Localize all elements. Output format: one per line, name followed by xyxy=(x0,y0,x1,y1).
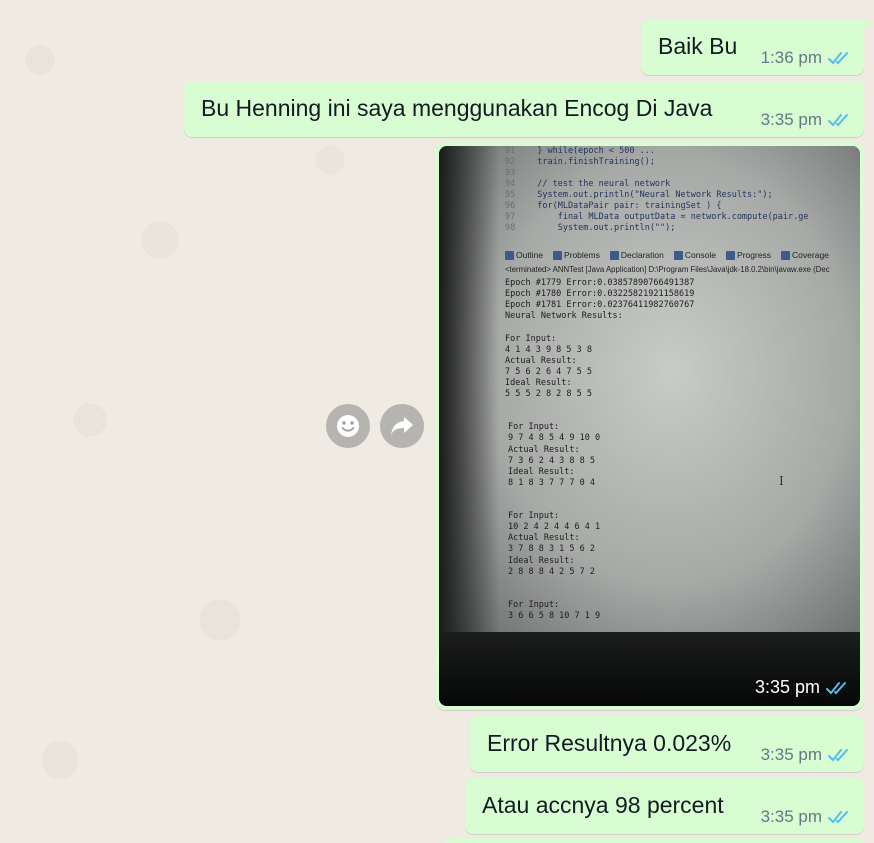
console-line: Ideal Result: xyxy=(508,466,575,477)
double-check-icon xyxy=(828,114,848,127)
console-line: Epoch #1779 Error:0.03857890766491387 xyxy=(505,278,695,288)
outgoing-message[interactable]: Error Resultnya 0.023% 3:35 pm xyxy=(470,716,864,772)
line-number: 95 xyxy=(505,190,516,200)
line-number: 93 xyxy=(505,168,516,178)
code-text: train.finishTraining(); xyxy=(527,157,655,167)
code-line: 97 final MLData outputData = network.com… xyxy=(505,212,808,222)
code-text: System.out.println(""); xyxy=(527,223,676,233)
view-icon xyxy=(609,250,619,260)
tab-label: Declaration xyxy=(620,250,664,260)
image-message-meta: 3:35 pm xyxy=(755,677,852,698)
message-meta: 3:35 pm xyxy=(761,110,854,130)
console-line: 9 7 4 8 5 4 9 10 0 xyxy=(508,433,601,444)
console-line: Ideal Result: xyxy=(508,555,575,566)
message-time: 3:35 pm xyxy=(760,110,822,129)
line-number: 96 xyxy=(505,201,516,211)
eclipse-tab: Console xyxy=(673,246,717,264)
view-icon xyxy=(552,250,562,260)
code-text: System.out.println("Neural Network Resul… xyxy=(527,190,773,200)
code-line: 95 System.out.println("Neural Network Re… xyxy=(505,190,773,200)
code-text: // test the neural network xyxy=(527,179,671,189)
message-text: Atau accnya 98 percent xyxy=(482,792,724,818)
tab-label: Problems xyxy=(563,250,600,260)
console-line: 5 5 5 2 8 2 8 5 5 xyxy=(505,389,592,399)
photo-code-editor: 91 } while(epoch < 500 ... 92 train.finis… xyxy=(505,146,860,234)
line-number: 98 xyxy=(505,223,516,233)
console-line: Neural Network Results: xyxy=(505,311,623,322)
tab-label: Console xyxy=(684,250,717,260)
console-line: Actual Result: xyxy=(508,533,580,544)
code-line: 93 xyxy=(505,168,527,178)
outgoing-message-partial[interactable] xyxy=(445,838,864,843)
code-line: 94 // test the neural network xyxy=(505,179,670,189)
console-line: 10 2 4 2 4 4 6 4 1 xyxy=(508,522,601,533)
message-time: 3:35 pm xyxy=(760,807,822,826)
message-text: Baik Bu xyxy=(658,33,738,59)
line-number: 94 xyxy=(505,179,516,189)
code-line: 91 } while(epoch < 500 ... xyxy=(505,146,655,156)
console-line: 3 6 6 5 8 10 7 1 9 xyxy=(508,611,601,621)
line-number: 91 xyxy=(505,146,516,156)
outgoing-message[interactable]: Bu Henning ini saya menggunakan Encog Di… xyxy=(184,81,864,137)
message-text: Bu Henning ini saya menggunakan Encog Di… xyxy=(201,95,713,121)
message-text: Error Resultnya 0.023% xyxy=(487,730,732,756)
emoji-react-button[interactable] xyxy=(326,404,370,448)
code-text: final MLData outputData = network.comput… xyxy=(527,212,809,222)
photo-console-status: <terminated> ANNTest [Java Application] … xyxy=(505,265,830,274)
eclipse-tab: Declaration xyxy=(609,246,664,264)
console-line: 7 5 6 2 6 4 7 5 5 xyxy=(505,366,592,377)
line-number: 92 xyxy=(505,157,516,167)
double-check-icon xyxy=(828,811,848,824)
double-check-icon xyxy=(828,749,848,762)
photo-attachment[interactable]: 91 } while(epoch < 500 ... 92 train.finis… xyxy=(439,146,860,706)
console-line: For Input: xyxy=(508,422,560,433)
code-line: 98 System.out.println(""); xyxy=(505,223,675,233)
console-line: Epoch #1780 Error:0.03225821921158619 xyxy=(505,289,695,300)
forward-button[interactable] xyxy=(380,404,424,448)
eclipse-tab: Outline xyxy=(505,246,543,264)
view-icon xyxy=(726,250,736,260)
emoji-icon xyxy=(337,415,359,437)
forward-icon xyxy=(391,417,413,435)
console-line: For Input: xyxy=(505,333,557,344)
view-icon xyxy=(781,250,791,260)
code-text: for(MLDataPair pair: trainingSet ) { xyxy=(527,201,722,211)
code-line: 92 train.finishTraining(); xyxy=(505,157,655,167)
console-line: Actual Result: xyxy=(505,355,577,366)
view-icon xyxy=(673,250,683,260)
code-text: } while(epoch < 500 ... xyxy=(527,146,655,156)
image-message[interactable]: 91 } while(epoch < 500 ... 92 train.finis… xyxy=(435,142,864,710)
console-line: 3 7 8 8 3 1 5 6 2 xyxy=(508,544,595,555)
console-line: 2 8 8 8 4 2 5 7 2 xyxy=(508,566,595,577)
double-check-icon xyxy=(828,52,848,65)
console-line: Epoch #1781 Error:0.02376411982760767 xyxy=(505,300,695,311)
message-time: 1:36 pm xyxy=(760,48,822,67)
message-time: 3:35 pm xyxy=(760,745,822,764)
console-line: For Input: xyxy=(508,599,560,610)
outgoing-message[interactable]: Atau accnya 98 percent 3:35 pm xyxy=(465,778,864,834)
tab-label: Progress xyxy=(737,250,772,260)
eclipse-tab: Coverage xyxy=(781,246,829,264)
outgoing-message[interactable]: Baik Bu 1:36 pm xyxy=(641,19,872,75)
tab-label: Coverage xyxy=(792,250,829,260)
eclipse-tab: Problems xyxy=(552,246,600,264)
console-line: Ideal Result: xyxy=(505,377,572,388)
console-line: 7 3 6 2 4 3 8 8 5 xyxy=(508,455,595,466)
double-check-icon xyxy=(826,681,846,694)
console-line: For Input: xyxy=(508,511,560,522)
view-icon xyxy=(505,250,514,260)
photo-eclipse-tabs: Outline Problems Declaration Console Progres… xyxy=(505,246,860,264)
message-meta: 1:36 pm xyxy=(761,48,854,68)
message-time: 3:35 pm xyxy=(754,677,820,697)
console-line: 4 1 4 3 9 8 5 3 8 xyxy=(505,344,592,355)
tab-label: Outline xyxy=(516,250,543,260)
eclipse-tab: Progress xyxy=(726,246,771,264)
text-cursor-icon: I xyxy=(779,474,784,488)
console-line: Actual Result: xyxy=(508,444,580,455)
code-line: 96 for(MLDataPair pair: trainingSet ) { xyxy=(505,201,721,211)
message-meta: 3:35 pm xyxy=(761,745,854,765)
console-line: 8 1 8 3 7 7 7 0 4 xyxy=(508,477,595,488)
message-meta: 3:35 pm xyxy=(761,807,854,827)
line-number: 97 xyxy=(505,212,516,222)
